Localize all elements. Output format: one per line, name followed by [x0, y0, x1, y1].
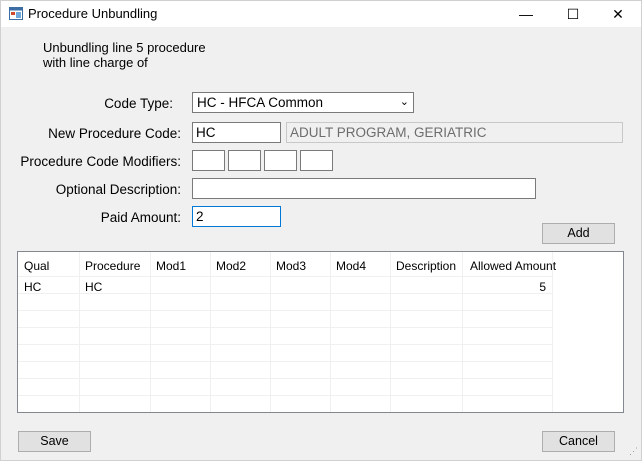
cell-allowed-amount: 5	[539, 280, 546, 294]
grid-row-divider	[18, 378, 552, 379]
modifier-2-input[interactable]	[228, 150, 261, 171]
column-header-mod3[interactable]: Mod3	[276, 259, 306, 273]
close-button[interactable]: ✕	[595, 1, 641, 27]
column-header-allowed-amount[interactable]: Allowed Amount	[470, 259, 556, 273]
intro-text: Unbundling line 5 procedure with line ch…	[43, 40, 206, 70]
new-procedure-code-input[interactable]: HC	[192, 122, 281, 143]
unbundling-grid[interactable]: Qual Procedure Mod1 Mod2 Mod3 Mod4 Descr…	[17, 251, 624, 413]
resize-grip-icon[interactable]: ⋰	[629, 446, 638, 457]
column-header-procedure[interactable]: Procedure	[85, 259, 140, 273]
minimize-button[interactable]: —	[503, 1, 549, 27]
code-type-select[interactable]: HC - HFCA Common ⌄	[192, 92, 414, 113]
optional-description-label: Optional Description:	[55, 182, 181, 197]
optional-description-input[interactable]	[192, 178, 536, 199]
modifier-3-input[interactable]	[264, 150, 297, 171]
modifier-1-input[interactable]	[192, 150, 225, 171]
procedure-unbundling-window: Procedure Unbundling — ☐ ✕ Unbundling li…	[0, 0, 642, 461]
code-type-label: Code Type:	[104, 96, 173, 111]
grid-row-divider	[18, 327, 552, 328]
chevron-down-icon[interactable]: ⌄	[400, 95, 409, 108]
grid-row-divider	[18, 276, 552, 277]
maximize-button[interactable]: ☐	[550, 1, 596, 27]
column-header-description[interactable]: Description	[396, 259, 456, 273]
intro-line-1: Unbundling line 5 procedure	[43, 40, 206, 55]
window-title: Procedure Unbundling	[28, 6, 158, 21]
close-icon: ✕	[612, 5, 624, 22]
procedure-code-modifiers-label: Procedure Code Modifiers:	[20, 154, 181, 169]
app-icon	[9, 7, 23, 20]
paid-amount-label: Paid Amount:	[100, 210, 181, 225]
paid-amount-input[interactable]: 2	[192, 206, 281, 227]
grid-row-divider	[18, 395, 552, 396]
column-header-mod4[interactable]: Mod4	[336, 259, 366, 273]
maximize-icon: ☐	[566, 5, 580, 22]
grid-row-divider	[18, 344, 552, 345]
new-procedure-code-label: New Procedure Code:	[48, 126, 181, 141]
grid-row-divider	[18, 310, 552, 311]
column-header-qual[interactable]: Qual	[24, 259, 49, 273]
cell-procedure: HC	[85, 280, 103, 294]
title-bar[interactable]: Procedure Unbundling — ☐ ✕	[1, 1, 641, 27]
column-header-mod1[interactable]: Mod1	[156, 259, 186, 273]
save-button[interactable]: Save	[18, 431, 91, 452]
intro-line-2: with line charge of	[43, 55, 148, 70]
add-button[interactable]: Add	[542, 223, 615, 244]
grid-row-divider	[18, 361, 552, 362]
minimize-icon: —	[519, 6, 533, 22]
cancel-button[interactable]: Cancel	[542, 431, 615, 452]
modifier-4-input[interactable]	[300, 150, 333, 171]
code-type-value: HC - HFCA Common	[197, 95, 324, 110]
cell-qual: HC	[24, 280, 42, 294]
procedure-code-description: ADULT PROGRAM, GERIATRIC	[286, 122, 623, 143]
column-header-mod2[interactable]: Mod2	[216, 259, 246, 273]
grid-col-divider	[552, 252, 553, 412]
